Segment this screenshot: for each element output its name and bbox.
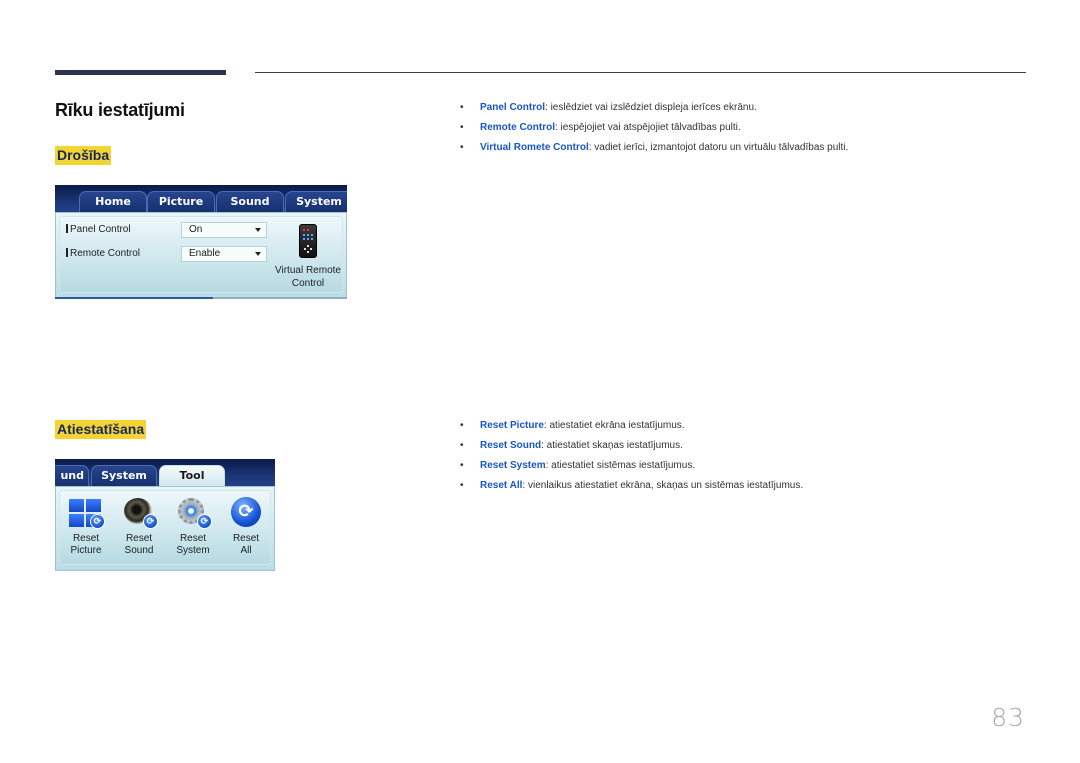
refresh-icon: ⟳ xyxy=(90,514,105,529)
reset-all-item: ⟳ Reset All xyxy=(221,497,271,557)
panel-control-value: On xyxy=(189,224,203,235)
remote-control-label: Remote Control xyxy=(66,248,140,259)
bullet-icon: • xyxy=(460,440,464,451)
bullet-icon: • xyxy=(460,142,464,153)
remote-control-value: Enable xyxy=(189,248,221,259)
header-rule-thin xyxy=(255,72,1026,73)
list-item: • Reset Sound: atiestatiet skaņas iestatī… xyxy=(460,440,683,451)
refresh-icon: ⟳ xyxy=(231,497,261,527)
security-settings-screenshot: Home Picture Sound System Panel Control … xyxy=(55,185,347,299)
section-heading-security: Drošība xyxy=(55,146,112,165)
bullet-icon: • xyxy=(460,480,464,491)
reset-system-icon: ⟳ xyxy=(174,497,212,529)
tab-picture: Picture xyxy=(147,191,215,212)
list-item: • Virtual Romete Control: vadiet ierīci, … xyxy=(460,142,849,153)
tab-bar: und System Tool xyxy=(55,459,275,486)
refresh-icon: ⟳ xyxy=(143,514,158,529)
security-bullet-list: • Panel Control: ieslēdziet vai izslēdzie… xyxy=(460,101,848,161)
tab-bar: Home Picture Sound System xyxy=(55,185,347,212)
virtual-remote-icon xyxy=(299,224,317,258)
remote-control-select: Enable xyxy=(181,246,267,262)
reset-bullet-list: • Reset Picture: atiestatiet ekrāna iesta… xyxy=(460,419,803,499)
reset-picture-item: ⟳ Reset Picture xyxy=(61,497,111,557)
reset-all-icon: ⟳ xyxy=(227,497,265,529)
bullet-icon: • xyxy=(460,102,464,113)
reset-system-item: ⟳ Reset System xyxy=(168,497,218,557)
tab-system: System xyxy=(91,465,157,486)
list-item: • Reset System: atiestatiet sistēmas iest… xyxy=(460,460,696,471)
panel-control-label: Panel Control xyxy=(66,224,131,235)
list-item: • Panel Control: ieslēdziet vai izslēdzie… xyxy=(460,102,757,113)
panel-control-select: On xyxy=(181,222,267,238)
tab-sound: Sound xyxy=(216,191,284,212)
chevron-down-icon xyxy=(255,228,261,232)
tab-tool: Tool xyxy=(159,465,225,486)
refresh-icon: ⟳ xyxy=(197,514,212,529)
chevron-down-icon xyxy=(255,252,261,256)
list-item: • Reset All: vienlaikus atiestatiet ekrān… xyxy=(460,480,804,491)
list-item: • Remote Control: iespējojiet vai atspējo… xyxy=(460,122,741,133)
list-item: • Reset Picture: atiestatiet ekrāna iesta… xyxy=(460,420,685,431)
reset-sound-item: ⟳ Reset Sound xyxy=(114,497,164,557)
reset-settings-screenshot: und System Tool ⟳ Reset Picture ⟳ Reset So… xyxy=(55,459,275,571)
section-heading-reset: Atiestatīšana xyxy=(55,420,147,439)
virtual-remote-caption: Virtual Remote Control xyxy=(275,265,341,289)
bullet-icon: • xyxy=(460,460,464,471)
page-number: 83 xyxy=(991,703,1025,732)
bullet-icon: • xyxy=(460,122,464,133)
reset-sound-icon: ⟳ xyxy=(120,497,158,529)
tab-sound-partial: und xyxy=(55,465,89,486)
tab-system: System xyxy=(285,191,347,212)
reset-picture-icon: ⟳ xyxy=(67,497,105,529)
bullet-icon: • xyxy=(460,420,464,431)
tab-home: Home xyxy=(79,191,147,212)
header-rule-thick xyxy=(55,70,226,75)
page-title: Rīku iestatījumi xyxy=(55,100,185,120)
